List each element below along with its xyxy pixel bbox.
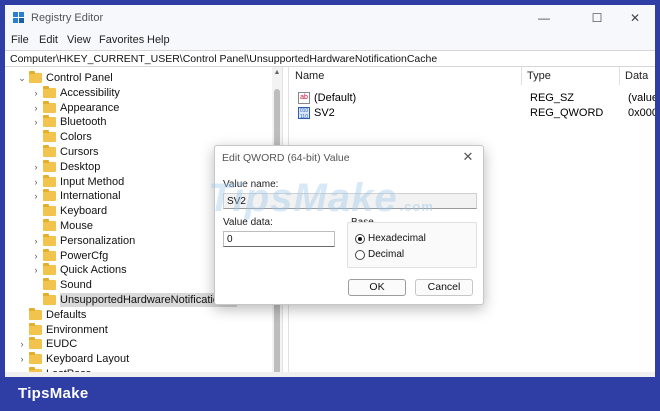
title-bar: Registry Editor — ☐ ✕	[5, 5, 655, 31]
chevron-right-icon[interactable]: ›	[31, 191, 41, 201]
tree-item-label: Defaults	[46, 308, 87, 321]
folder-icon	[43, 204, 56, 217]
tree-item-label: Quick Actions	[60, 264, 127, 277]
base-group: Hexadecimal Decimal	[347, 222, 477, 268]
folder-icon	[43, 85, 56, 98]
menu-edit[interactable]: Edit	[39, 34, 58, 46]
chevron-right-icon[interactable]: ›	[31, 265, 41, 275]
folder-icon	[43, 145, 56, 157]
dialog-title: Edit QWORD (64-bit) Value	[222, 152, 350, 164]
folder-icon	[29, 352, 42, 365]
folder-icon	[29, 71, 42, 83]
tree-item-label: Input Method	[60, 175, 125, 188]
tree-item-label: Keyboard	[60, 205, 108, 218]
tree-item-label: Bluetooth	[60, 116, 107, 129]
menu-file[interactable]: File	[11, 34, 29, 46]
value-data: 0x0000	[628, 107, 655, 119]
radio-label: Hexadecimal	[368, 233, 426, 244]
tree-item-label: EUDC	[46, 338, 78, 351]
value-data-field[interactable]	[223, 231, 335, 247]
value-type: REG_QWORD	[530, 107, 604, 119]
string-value-icon: ab	[298, 92, 310, 104]
edit-qword-dialog: Edit QWORD (64-bit) Value ✕ Value name: …	[214, 145, 484, 305]
tree-item-label: Personalization	[60, 234, 136, 247]
tree-item-label: Keyboard Layout	[46, 353, 130, 366]
chevron-right-icon[interactable]: ›	[31, 162, 41, 172]
tree-item-label: Control Panel	[46, 72, 113, 84]
minimize-icon[interactable]: —	[524, 7, 564, 29]
window-title: Registry Editor	[31, 12, 104, 24]
tree-item-label: Cursors	[60, 146, 99, 158]
tree-item-label: Mouse	[60, 220, 94, 232]
folder-open-icon	[43, 293, 56, 305]
tree-item-label: Desktop	[60, 160, 101, 173]
chevron-right-icon[interactable]: ›	[31, 236, 41, 246]
value-name: (Default)	[314, 92, 357, 104]
tree-item-label: Colors	[60, 131, 92, 144]
tree-item-label: UnsupportedHardwareNotificationC	[60, 293, 238, 307]
close-icon[interactable]: ✕	[459, 149, 477, 165]
tree-item-label: Environment	[46, 323, 108, 336]
value-row-sv2[interactable]: 010 110 SV2 REG_QWORD 0x0000	[290, 106, 655, 121]
folder-icon	[43, 130, 56, 143]
maximize-icon[interactable]: ☐	[577, 7, 617, 29]
chevron-right-icon[interactable]: ›	[31, 177, 41, 187]
cancel-button[interactable]: Cancel	[415, 279, 473, 296]
folder-icon	[43, 219, 56, 231]
watermark: TipsMake .com	[208, 176, 434, 220]
column-header-data[interactable]: Data	[620, 67, 655, 85]
tree-item-label: Sound	[60, 279, 92, 292]
chevron-down-icon[interactable]: ⌄	[17, 73, 27, 84]
value-type: REG_SZ	[530, 92, 575, 104]
chevron-right-icon[interactable]: ›	[31, 103, 41, 113]
value-row-default[interactable]: ab (Default) REG_SZ (value	[290, 91, 655, 106]
column-header-name[interactable]: Name	[290, 67, 522, 85]
folder-icon	[29, 337, 42, 350]
folder-icon	[29, 322, 42, 335]
address-bar[interactable]: Computer\HKEY_CURRENT_USER\Control Panel…	[5, 50, 655, 67]
binary-value-icon: 010 110	[298, 107, 310, 120]
chevron-right-icon[interactable]: ›	[17, 339, 27, 349]
menu-help[interactable]: Help	[147, 34, 170, 46]
tree-item-label: International	[60, 190, 121, 203]
folder-icon	[43, 278, 56, 291]
radio-label: Decimal	[368, 249, 405, 260]
registry-app-icon	[13, 12, 25, 24]
tree-item-label: PowerCfg	[60, 249, 109, 262]
chevron-right-icon[interactable]: ›	[31, 88, 41, 98]
folder-icon	[43, 248, 56, 261]
folder-icon	[43, 115, 56, 128]
chevron-right-icon[interactable]: ›	[31, 117, 41, 127]
menu-view[interactable]: View	[67, 34, 91, 46]
tree-item-label: Appearance	[60, 101, 120, 114]
column-header-type[interactable]: Type	[522, 67, 620, 85]
address-path[interactable]: Computer\HKEY_CURRENT_USER\Control Panel…	[10, 53, 437, 65]
folder-icon	[43, 233, 56, 246]
folder-icon	[43, 263, 56, 276]
radio-button-checked[interactable]	[355, 234, 365, 244]
tree-item-label: Accessibility	[60, 86, 120, 99]
value-data: (value	[628, 92, 655, 104]
close-icon[interactable]: ✕	[615, 7, 655, 29]
brand-logo: TipsMake	[18, 385, 89, 402]
chevron-right-icon[interactable]: ›	[31, 251, 41, 261]
folder-icon	[43, 174, 56, 187]
folder-icon	[43, 189, 56, 202]
horizontal-scrollbar[interactable]	[5, 372, 655, 377]
folder-icon	[43, 100, 56, 113]
chevron-right-icon[interactable]: ›	[17, 354, 27, 364]
menu-bar: File Edit View Favorites Help	[5, 31, 655, 50]
scroll-up-icon[interactable]: ▲	[272, 69, 282, 76]
folder-icon	[29, 307, 42, 320]
value-name: SV2	[314, 107, 335, 119]
folder-icon	[43, 159, 56, 172]
menu-favorites[interactable]: Favorites	[99, 34, 144, 46]
ok-button[interactable]: OK	[348, 279, 406, 296]
radio-button[interactable]	[355, 250, 365, 260]
